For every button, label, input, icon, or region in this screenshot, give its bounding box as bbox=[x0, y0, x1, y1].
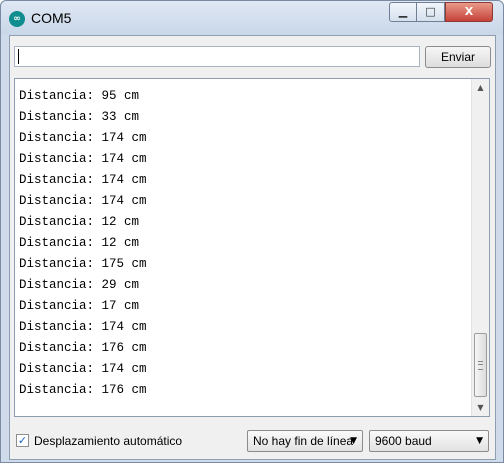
serial-line: Distancia: 174 cm bbox=[19, 173, 147, 187]
serial-line: Distancia: 12 cm bbox=[19, 215, 140, 229]
serial-line: Distancia: 176 cm bbox=[19, 341, 147, 355]
arduino-icon: ∞ bbox=[9, 11, 25, 27]
serial-line: Distancia: 174 cm bbox=[19, 152, 147, 166]
line-ending-select[interactable]: No hay fin de línea ▼ bbox=[247, 430, 363, 452]
title-bar[interactable]: ∞ COM5 ▁ □ X bbox=[1, 1, 503, 35]
grip-icon bbox=[478, 361, 483, 370]
serial-line: Distancia: 174 cm bbox=[19, 362, 147, 376]
serial-line: Distancia: 12 cm bbox=[19, 236, 140, 250]
text-caret bbox=[18, 49, 19, 64]
serial-line: Distancia: 174 cm bbox=[19, 320, 147, 334]
checkmark-icon: ✓ bbox=[17, 434, 28, 447]
serial-line: Distancia: 95 cm bbox=[19, 89, 140, 103]
baud-rate-select[interactable]: 9600 baud ▼ bbox=[369, 430, 489, 452]
chevron-down-icon: ▼ bbox=[476, 436, 483, 446]
maximize-button[interactable]: □ bbox=[417, 2, 445, 22]
serial-line: Distancia: 175 cm bbox=[19, 257, 147, 271]
minimize-button[interactable]: ▁ bbox=[389, 2, 417, 22]
send-input[interactable] bbox=[14, 46, 420, 67]
serial-line: Distancia: 176 cm bbox=[19, 383, 147, 397]
window-client-area: Enviar Distancia: 95 cm Distancia: 33 cm D… bbox=[9, 35, 496, 460]
serial-line: Distancia: 174 cm bbox=[19, 194, 147, 208]
autoscroll-label[interactable]: Desplazamiento automático bbox=[34, 434, 182, 448]
serial-line: Distancia: 17 cm bbox=[19, 299, 140, 313]
autoscroll-checkbox[interactable]: ✓ bbox=[16, 434, 29, 447]
baud-rate-value: 9600 baud bbox=[375, 434, 432, 448]
bottom-bar: ✓ Desplazamiento automático No hay fin d… bbox=[10, 418, 495, 459]
close-button[interactable]: X bbox=[445, 2, 493, 22]
chevron-down-icon: ▼ bbox=[350, 436, 357, 446]
line-ending-value: No hay fin de línea bbox=[253, 434, 354, 448]
serial-output-lines: Distancia: 95 cm Distancia: 33 cm Distanci… bbox=[19, 86, 147, 401]
serial-line: Distancia: 33 cm bbox=[19, 110, 140, 124]
vertical-scrollbar[interactable]: ▲ ▼ bbox=[471, 79, 489, 416]
serial-line: Distancia: 174 cm bbox=[19, 131, 147, 145]
serial-output-area[interactable]: Distancia: 95 cm Distancia: 33 cm Distanci… bbox=[14, 78, 490, 417]
serial-line: Distancia: 29 cm bbox=[19, 278, 140, 292]
scroll-down-icon[interactable]: ▼ bbox=[472, 399, 489, 416]
scrollbar-thumb[interactable] bbox=[474, 333, 487, 397]
scroll-up-icon[interactable]: ▲ bbox=[472, 79, 489, 96]
window-title: COM5 bbox=[31, 10, 72, 26]
send-button[interactable]: Enviar bbox=[425, 46, 491, 68]
serial-monitor-window: ∞ COM5 ▁ □ X Enviar Distancia: 95 cm Dist… bbox=[0, 0, 504, 463]
